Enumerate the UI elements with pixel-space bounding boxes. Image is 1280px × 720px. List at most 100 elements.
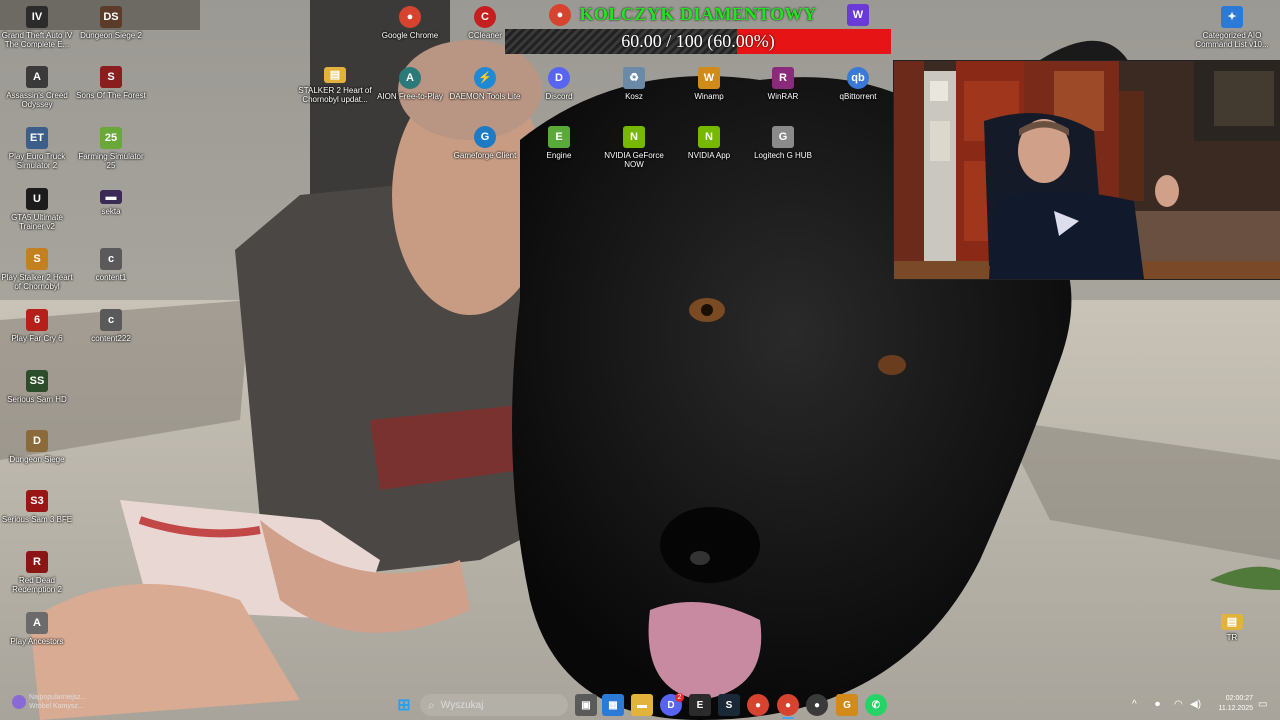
desktop-icon-winrar[interactable]: R WinRAR xyxy=(746,67,820,101)
desktop-icon-gta5-trainer[interactable]: U GTA5 Ultimate Trainer v2 xyxy=(0,188,74,231)
desktop-icon-kosz[interactable]: ♻ Kosz xyxy=(597,67,671,101)
far-cry-6-icon: 6 xyxy=(26,309,48,331)
icon-label: Engine xyxy=(546,151,572,160)
donation-goal-widget: KOLCZYK DIAMENTOWY 60.00 / 100 (60.00%) xyxy=(505,2,891,54)
desktop-icon-farming-sim[interactable]: 25 Farming Simulator 25 xyxy=(74,127,148,170)
stalker-2-icon: S xyxy=(26,248,48,270)
clock-date: 11.12.2025 xyxy=(1218,705,1253,712)
logitech-icon: G xyxy=(772,126,794,148)
serious-sam-hd-icon: SS xyxy=(26,370,48,392)
content1-icon: c xyxy=(100,248,122,270)
ccleaner-icon: C xyxy=(474,6,496,28)
daemon-tools-icon: ⚡ xyxy=(474,67,496,89)
desktop-icon-serious-sam-hd[interactable]: SS Serious Sam HD xyxy=(0,370,74,404)
desktop-icon-content222[interactable]: c content222 xyxy=(74,309,148,343)
taskbar-app-chrome[interactable]: ● xyxy=(747,694,769,716)
icon-label: Discord xyxy=(545,92,573,101)
recycle-bin-icon: ♻ xyxy=(623,67,645,89)
desktop-icon-serious-sam-3[interactable]: S3 Serious Sam 3 BFE xyxy=(0,490,74,524)
icon-label: NVIDIA GeForce NOW xyxy=(604,151,664,169)
desktop-icon-rdr2[interactable]: R Red Dead Redemption 2 xyxy=(0,551,74,594)
icon-label: Play Far Cry 6 xyxy=(11,334,63,343)
euro-truck-icon: ET xyxy=(26,127,48,149)
qbittorrent-icon: qb xyxy=(847,67,869,89)
clock-time: 02:00:27 xyxy=(1225,695,1253,702)
desktop-icon-tr[interactable]: ▤ TR xyxy=(1195,614,1269,642)
desktop-icon-stalker-2[interactable]: S Play Stalker 2 Heart of Chornobyl xyxy=(0,248,74,291)
donation-goal-text: 60.00 / 100 (60.00%) xyxy=(621,31,775,51)
donation-goal-title: KOLCZYK DIAMENTOWY xyxy=(579,4,817,24)
desktop-icon-aion[interactable]: A AION Free-to-Play xyxy=(373,67,447,101)
taskbar-app-obs[interactable]: ● xyxy=(806,694,828,716)
icon-label: Dungeon Siege xyxy=(9,455,65,464)
news-widget[interactable]: Najpopularniejsz... Wróbel Kamysz... xyxy=(12,693,112,715)
taskbar-app-epic[interactable]: E xyxy=(689,694,711,716)
desktop-icon-winamp[interactable]: W Winamp xyxy=(672,67,746,101)
folder-icon: ▤ xyxy=(1221,614,1243,630)
icon-label: Serious Sam 3 BFE xyxy=(1,515,73,524)
winrar-icon: R xyxy=(772,67,794,89)
start-button[interactable]: ⊞ xyxy=(393,694,415,716)
desktop-icon-engine[interactable]: E Engine xyxy=(522,126,596,160)
discord-icon: D xyxy=(548,67,570,89)
news-subline: Wróbel Kamysz... xyxy=(29,703,84,710)
icon-label: Grand Theft Auto IV The Complete E... xyxy=(1,31,73,49)
aion-icon: A xyxy=(399,67,421,89)
desktop-icon-dungeon-siege-2[interactable]: DS Dungeon Siege 2 xyxy=(74,6,148,40)
desktop-icon-stalker-update[interactable]: ▤ STALKER 2 Heart of Chornobyl updat... xyxy=(298,67,372,104)
desktop-icon-dungeon-siege[interactable]: D Dungeon Siege xyxy=(0,430,74,464)
chevron-up-icon[interactable]: ^ xyxy=(1132,699,1137,710)
active-app-indicator xyxy=(782,717,794,719)
desktop-icon-daemon-tools[interactable]: ⚡ DAEMON Tools Lite xyxy=(448,67,522,101)
rdr2-icon: R xyxy=(26,551,48,573)
webcam-feed xyxy=(894,61,1280,279)
icon-label: Play Stalker 2 Heart of Chornobyl xyxy=(1,273,73,291)
taskbar-app-steam[interactable]: S xyxy=(718,694,740,716)
desktop-icon-sons-of-the-forest[interactable]: S Sons Of The Forest xyxy=(74,66,148,100)
desktop-icon-discord[interactable]: D Discord xyxy=(522,67,596,101)
desktop-icon-far-cry-6[interactable]: 6 Play Far Cry 6 xyxy=(0,309,74,343)
dungeon-siege-2-icon: DS xyxy=(100,6,122,28)
engine-icon: E xyxy=(548,126,570,148)
taskbar-app-file-explorer[interactable]: ▬ xyxy=(631,694,653,716)
desktop-icon-gameforge[interactable]: G Gameforge Client xyxy=(448,126,522,160)
content222-icon: c xyxy=(100,309,122,331)
command-list-icon: ✦ xyxy=(1221,6,1243,28)
desktop-icon-aio-command-list[interactable]: ✦ Categorized AIO Command List v10... xyxy=(1195,6,1269,49)
taskbar-app-whatsapp[interactable]: ✆ xyxy=(865,694,887,716)
news-headline: Najpopularniejsz... xyxy=(29,694,87,701)
desktop-icon-ancestors[interactable]: A Play Ancestors xyxy=(0,612,74,646)
icon-label: NVIDIA App xyxy=(687,151,731,160)
desktop-icon-google-chrome[interactable]: ● Google Chrome xyxy=(373,6,447,40)
gta5-trainer-icon: U xyxy=(26,188,48,210)
icon-label: Kosz xyxy=(625,92,643,101)
icon-label: GTA5 Ultimate Trainer v2 xyxy=(11,213,63,231)
icon-label: Dungeon Siege 2 xyxy=(80,31,142,40)
desktop-icon-geforce-now[interactable]: N NVIDIA GeForce NOW xyxy=(597,126,671,169)
search-placeholder: Wyszukaj xyxy=(440,699,484,711)
desktop-icon-qbittorrent[interactable]: qb qBittorrent xyxy=(821,67,895,101)
donation-goal-bar: 60.00 / 100 (60.00%) xyxy=(505,29,891,54)
icon-label: Play Euro Truck Simulator 2 xyxy=(8,152,66,170)
desktop-icon-ac-odyssey[interactable]: A Assassin's Creed Odyssey xyxy=(0,66,74,109)
taskbar-app-file-viewer[interactable]: ▣ xyxy=(575,694,597,716)
taskbar-app-guild[interactable]: G xyxy=(836,694,858,716)
desktop-icon-gta4[interactable]: IV Grand Theft Auto IV The Complete E... xyxy=(0,6,74,49)
taskbar-app-chrome-active[interactable]: ● xyxy=(777,694,799,716)
taskbar-app-photos[interactable]: ▦ xyxy=(602,694,624,716)
taskbar-search[interactable]: ⌕ Wyszukaj xyxy=(420,694,568,716)
microphone-icon[interactable]: ⏺ xyxy=(1155,699,1160,710)
chrome-icon: ● xyxy=(399,6,421,28)
desktop-icon-logitech[interactable]: G Logitech G HUB xyxy=(746,126,820,160)
icon-label: Play Ancestors xyxy=(10,637,64,646)
desktop-icon-euro-truck[interactable]: ET Play Euro Truck Simulator 2 xyxy=(0,127,74,170)
taskbar-clock[interactable]: 02:00:27 11.12.2025 xyxy=(1205,694,1253,714)
notification-icon[interactable]: ▭ xyxy=(1258,699,1267,710)
gta4-icon: IV xyxy=(26,6,48,28)
desktop-icon-nvidia-app[interactable]: N NVIDIA App xyxy=(672,126,746,160)
volume-icon[interactable]: ◀) xyxy=(1190,699,1201,710)
nvidia-icon: N xyxy=(623,126,645,148)
desktop-icon-sekta[interactable]: ▬ sekta xyxy=(74,190,148,216)
desktop-icon-content1[interactable]: c content1 xyxy=(74,248,148,282)
wifi-icon[interactable]: ◠ xyxy=(1174,699,1183,710)
